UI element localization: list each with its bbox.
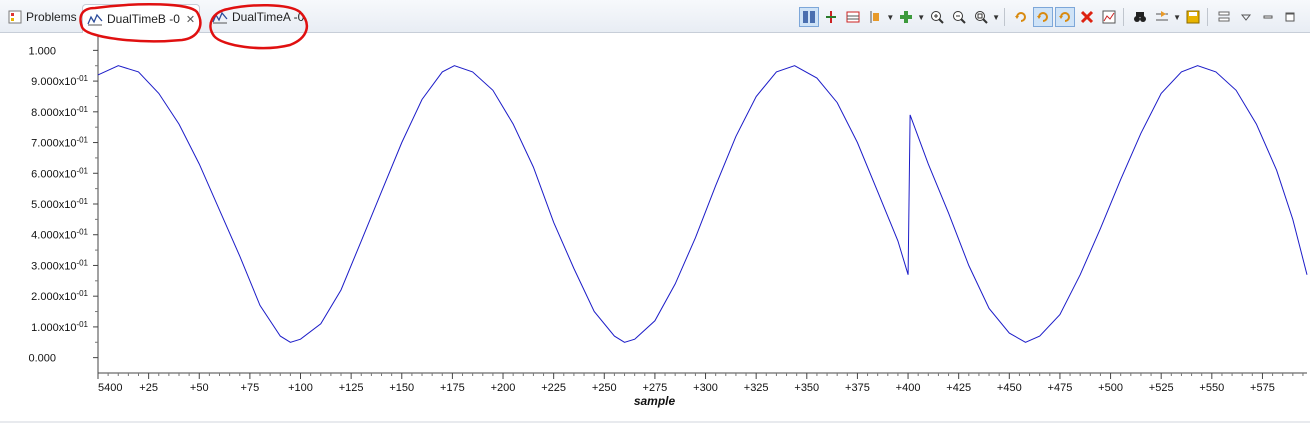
zoom-fit-icon[interactable] (971, 7, 991, 27)
y-tick-label: 7.000x10-01 (31, 136, 88, 150)
y-tick-label: 1.000 (28, 45, 56, 57)
zoom-out-icon[interactable] (949, 7, 969, 27)
y-tick-label: 1.000x10-01 (31, 320, 88, 334)
x-tick-label: 5400 (98, 382, 122, 394)
refresh-icon[interactable] (1011, 7, 1031, 27)
save-icon[interactable] (1183, 7, 1203, 27)
graph-icon (87, 12, 103, 26)
x-tick-label: +500 (1098, 382, 1123, 394)
scale-icon[interactable] (865, 7, 885, 27)
x-tick-label: +375 (845, 382, 870, 394)
x-tick-label: +325 (744, 382, 769, 394)
x-tick-label: +200 (491, 382, 516, 394)
auto-refresh-icon[interactable] (1055, 7, 1076, 27)
x-tick-label: +475 (1048, 382, 1073, 394)
y-tick-label: 8.000x10-01 (31, 105, 88, 119)
cursor-icon[interactable] (821, 7, 841, 27)
x-tick-label: +450 (997, 382, 1022, 394)
y-tick-label: 0.000 (28, 353, 56, 365)
x-tick-label: +525 (1149, 382, 1174, 394)
x-tick-label: +100 (288, 382, 313, 394)
y-tick-label: 4.000x10-01 (31, 228, 88, 242)
data-table-icon[interactable] (843, 7, 863, 27)
x-tick-label: +300 (693, 382, 718, 394)
x-tick-label: +175 (440, 382, 465, 394)
tab-problems[interactable]: Problems (4, 4, 81, 30)
export-icon[interactable] (1099, 7, 1119, 27)
continuous-refresh-icon[interactable] (1033, 7, 1054, 27)
tab-label: Problems (26, 10, 77, 24)
view-menu-dropdown-icon[interactable] (1236, 7, 1256, 27)
dropdown-arrow-icon[interactable]: ▼ (886, 13, 894, 22)
x-tick-label: +425 (946, 382, 971, 394)
x-tick-label: +400 (896, 382, 921, 394)
add-measurement-icon[interactable] (896, 7, 916, 27)
tab-dualtimea[interactable]: DualTimeA -0 (208, 4, 308, 30)
y-tick-label: 6.000x10-01 (31, 166, 88, 180)
series-line (97, 65, 1308, 343)
x-tick-label: +25 (139, 382, 158, 394)
y-tick-label: 2.000x10-01 (31, 289, 88, 303)
clear-icon[interactable] (1077, 7, 1097, 27)
minimize-icon[interactable] (1258, 7, 1278, 27)
align-panels-icon[interactable] (799, 7, 820, 27)
graph-icon (212, 10, 228, 24)
graph-settings-icon[interactable] (1152, 7, 1172, 27)
maximize-icon[interactable] (1280, 7, 1300, 27)
x-tick-label: +125 (339, 382, 364, 394)
toolbar-separator (1207, 8, 1208, 26)
view-tab-bar: Problems DualTimeB -0 ✕ DualTimeA -0 ▼ ▼… (0, 0, 1310, 33)
x-tick-label: +150 (389, 382, 414, 394)
x-tick-label: +275 (643, 382, 668, 394)
graph-toolbar: ▼ ▼ ▼ ▼ (797, 6, 1300, 28)
toolbar-separator (1004, 8, 1006, 26)
tab-label: DualTimeA -0 (232, 10, 305, 24)
y-tick-label: 5.000x10-01 (31, 197, 88, 211)
y-tick-label: 3.000x10-01 (31, 258, 88, 272)
x-tick-label: +250 (592, 382, 617, 394)
tab-label: DualTimeB -0 (107, 12, 180, 26)
tab-dualtimeb[interactable]: DualTimeB -0 ✕ (82, 4, 201, 33)
x-tick-label: +350 (794, 382, 819, 394)
binoculars-icon[interactable] (1130, 7, 1150, 27)
dropdown-arrow-icon[interactable]: ▼ (992, 13, 1000, 22)
toolbar-separator (1123, 8, 1125, 26)
zoom-in-icon[interactable] (927, 7, 947, 27)
view-menu-icon[interactable] (1214, 7, 1234, 27)
close-icon[interactable]: ✕ (186, 13, 195, 26)
x-tick-label: +50 (190, 382, 209, 394)
x-tick-label: +550 (1199, 382, 1224, 394)
y-tick-label: 9.000x10-01 (31, 74, 88, 88)
x-tick-label: +575 (1250, 382, 1275, 394)
dropdown-arrow-icon[interactable]: ▼ (1173, 13, 1181, 22)
x-axis-label: sample (634, 394, 676, 408)
x-tick-label: +75 (241, 382, 260, 394)
x-tick-label: +225 (541, 382, 566, 394)
graph-plot[interactable]: 0.000 1.000x10-01 2.000x10-01 3.000x10-01 4.… (0, 33, 1310, 425)
problems-icon (8, 10, 22, 24)
dropdown-arrow-icon[interactable]: ▼ (917, 13, 925, 22)
